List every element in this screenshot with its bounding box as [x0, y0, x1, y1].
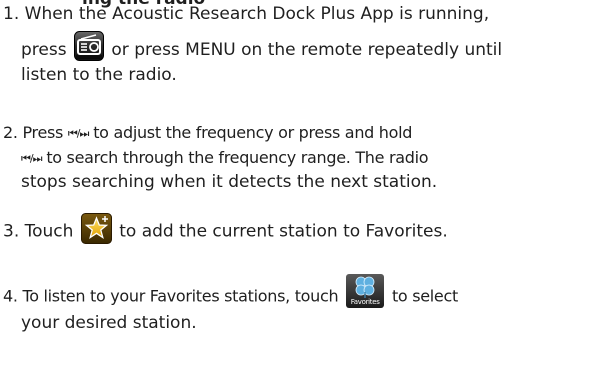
step-3-line-1: 3. Touch to add the current station to F…: [3, 213, 608, 247]
step-text: your desired station.: [21, 313, 197, 333]
step-text: listen to the radio.: [21, 65, 177, 85]
step-2: 2. Press ⏮/⏭ to adjust the frequency or …: [3, 118, 608, 197]
step-2-line-3: stops searching when it detects the next…: [3, 168, 608, 197]
step-text: to search through the frequency range. T…: [46, 148, 429, 167]
step-text: Press: [22, 123, 64, 142]
skip-back-forward-icon: ⏮/⏭: [67, 127, 89, 140]
step-text: To listen to your Favorites stations, to…: [22, 286, 339, 306]
star-add-icon[interactable]: [80, 213, 112, 244]
step-1: 1. When the Acoustic Research Dock Plus …: [3, 0, 608, 90]
skip-back-forward-icon: ⏮/⏭: [21, 152, 42, 165]
step-1-line-1: 1. When the Acoustic Research Dock Plus …: [3, 0, 608, 29]
step-number: 4.: [3, 286, 18, 306]
step-text: to add the current station to Favorites.: [119, 221, 448, 242]
step-3: 3. Touch to add the current station to F…: [3, 213, 608, 247]
radio-app-icon[interactable]: [74, 31, 104, 61]
step-number: 2.: [3, 123, 18, 142]
step-text: Touch: [24, 221, 74, 242]
step-number: 1.: [3, 4, 20, 24]
favorites-icon-label: Favorites: [350, 298, 380, 306]
step-1-line-3: listen to the radio.: [3, 61, 608, 90]
step-text: to adjust the frequency or press and hol…: [93, 123, 413, 142]
favorites-icon[interactable]: Favorites: [346, 274, 385, 308]
step-text: or press MENU on the remote repeatedly u…: [111, 40, 503, 60]
step-text: to select: [391, 286, 458, 306]
step-4: 4. To listen to your Favorites stations,…: [3, 274, 608, 338]
step-number: 3.: [3, 221, 20, 242]
step-text: When the Acoustic Research Dock Plus App…: [24, 4, 490, 24]
step-text: stops searching when it detects the next…: [21, 172, 438, 192]
step-text: press: [21, 40, 67, 60]
